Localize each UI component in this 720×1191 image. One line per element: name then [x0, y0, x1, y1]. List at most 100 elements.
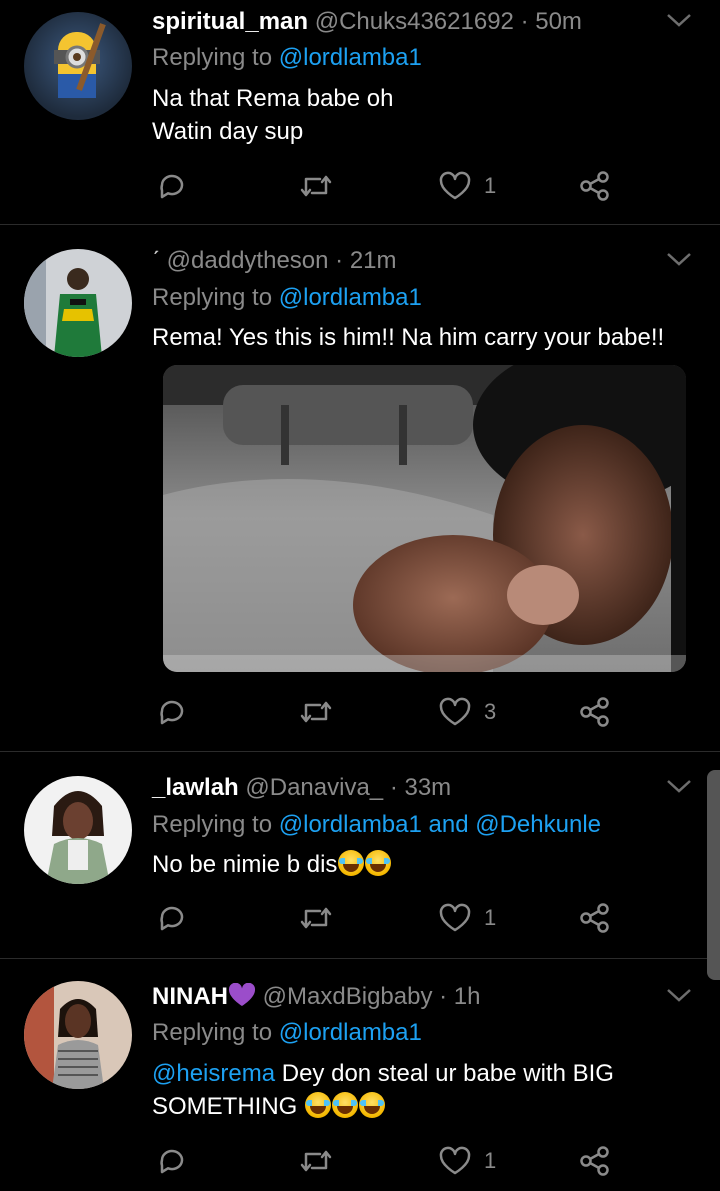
like-count: 1: [484, 1148, 497, 1173]
avatar[interactable]: [24, 776, 132, 884]
share-button[interactable]: [578, 898, 612, 938]
share-icon: [580, 697, 609, 727]
retweet-icon: [300, 701, 332, 723]
share-icon: [580, 171, 609, 201]
reply-icon: [160, 700, 184, 725]
like-button[interactable]: 3: [438, 692, 496, 732]
replying-to: Replying to @lordlamba1: [152, 44, 422, 72]
action-bar: 3: [152, 692, 632, 732]
display-name[interactable]: _lawlah: [152, 774, 239, 801]
handle[interactable]: @MaxdBigbaby: [263, 983, 433, 1010]
retweet-button[interactable]: [298, 898, 334, 938]
chevron-down-icon[interactable]: [666, 987, 692, 1003]
tears-of-joy-emoji-icon: [359, 1092, 386, 1118]
reply-icon: [160, 174, 184, 199]
like-count: 1: [484, 905, 497, 930]
timestamp: · 21m: [335, 247, 397, 274]
retweet-button[interactable]: [298, 166, 334, 206]
tears-of-joy-emoji-icon: [338, 850, 365, 876]
chevron-down-icon[interactable]: [666, 778, 692, 794]
timestamp: · 33m: [389, 774, 452, 801]
tweet-header: NINAH @MaxdBigbaby · 1h: [152, 982, 481, 1011]
tweet-text-content: SOMETHING: [152, 1093, 305, 1120]
reply-icon: [160, 906, 184, 931]
timestamp: · 50m: [520, 8, 582, 35]
reply-button[interactable]: [156, 692, 188, 732]
reply-button[interactable]: [156, 898, 188, 938]
action-bar: 1: [152, 898, 632, 938]
share-icon: [580, 1146, 609, 1176]
tweet-header: ˊ @daddytheson · 21m: [152, 247, 397, 275]
tweet-text-line: Rema! Yes this is him!! Na him carry you…: [152, 324, 665, 351]
share-icon: [580, 903, 609, 933]
tears-of-joy-emoji-icon: [305, 1092, 332, 1118]
tweet[interactable]: spiritual_man @Chuks43621692 · 50m Reply…: [0, 0, 720, 225]
replying-to: Replying to @lordlamba1: [152, 1019, 422, 1047]
handle[interactable]: @Danaviva_: [245, 774, 383, 801]
tweet-text-content: Dey don steal ur babe with BIG: [275, 1060, 614, 1087]
purple-heart-icon: [228, 982, 256, 1006]
avatar[interactable]: [24, 981, 132, 1089]
reply-mention-link[interactable]: @lordlamba1 and @Dehkunle: [279, 811, 601, 838]
avatar[interactable]: [24, 12, 132, 120]
replying-prefix: Replying to: [152, 811, 279, 838]
like-button[interactable]: 1: [438, 898, 496, 938]
tweet-text-line: Na that Rema babe oh: [152, 85, 394, 112]
heart-icon: [439, 697, 471, 726]
tweet-media-video[interactable]: [163, 365, 686, 672]
tears-of-joy-emoji-icon: [365, 850, 392, 876]
heart-icon: [439, 903, 471, 932]
replying-prefix: Replying to: [152, 284, 279, 311]
tweet-header: spiritual_man @Chuks43621692 · 50m: [152, 8, 582, 36]
tweet-text-line: @heisrema Dey don steal ur babe with BIG: [152, 1057, 614, 1090]
tweet-text-content: No be nimie b dis: [152, 851, 338, 878]
reply-mention-link[interactable]: @lordlamba1: [279, 1019, 422, 1046]
share-button[interactable]: [578, 1141, 612, 1181]
like-button[interactable]: 1: [438, 166, 496, 206]
like-count: 1: [484, 173, 497, 198]
replying-to: Replying to @lordlamba1 and @Dehkunle: [152, 811, 601, 839]
tweet-header: _lawlah @Danaviva_ · 33m: [152, 774, 451, 802]
tweet-text: No be nimie b dis: [152, 848, 392, 881]
chevron-down-icon[interactable]: [666, 251, 692, 267]
tears-of-joy-emoji-icon: [332, 1092, 359, 1118]
tweet[interactable]: _lawlah @Danaviva_ · 33m Replying to @lo…: [0, 752, 720, 959]
tweet-text: Rema! Yes this is him!! Na him carry you…: [152, 321, 664, 354]
retweet-icon: [300, 1150, 332, 1172]
avatar[interactable]: [24, 249, 132, 357]
timestamp: · 1h: [439, 983, 481, 1010]
reply-icon: [160, 1149, 184, 1174]
mention-link[interactable]: @heisrema: [152, 1060, 275, 1087]
tweet-text-line: No be nimie b dis: [152, 848, 392, 881]
tweet-text: Na that Rema babe oh Watin day sup: [152, 82, 394, 148]
retweet-icon: [300, 907, 332, 929]
display-name[interactable]: spiritual_man: [152, 8, 308, 35]
display-name[interactable]: NINAH: [152, 983, 228, 1010]
replying-prefix: Replying to: [152, 44, 279, 71]
retweet-button[interactable]: [298, 692, 334, 732]
handle[interactable]: @daddytheson: [167, 247, 329, 274]
action-bar: 1: [152, 1141, 632, 1181]
retweet-icon: [300, 175, 332, 197]
share-button[interactable]: [578, 692, 612, 732]
tweet-text-line: SOMETHING: [152, 1090, 614, 1123]
heart-icon: [439, 1146, 471, 1175]
reply-button[interactable]: [156, 1141, 188, 1181]
like-button[interactable]: 1: [438, 1141, 496, 1181]
scrollbar[interactable]: [707, 770, 720, 980]
action-bar: 1: [152, 166, 632, 206]
like-count: 3: [484, 699, 497, 724]
share-button[interactable]: [578, 166, 612, 206]
tweet-text-line: Watin day sup: [152, 118, 304, 145]
replying-prefix: Replying to: [152, 1019, 279, 1046]
replying-to: Replying to @lordlamba1: [152, 284, 422, 312]
chevron-down-icon[interactable]: [666, 12, 692, 28]
retweet-button[interactable]: [298, 1141, 334, 1181]
tweet[interactable]: NINAH @MaxdBigbaby · 1h Replying to @lor…: [0, 959, 720, 1191]
reply-button[interactable]: [156, 166, 188, 206]
tweet-text: @heisrema Dey don steal ur babe with BIG…: [152, 1057, 614, 1123]
handle[interactable]: @Chuks43621692: [315, 8, 514, 35]
reply-mention-link[interactable]: @lordlamba1: [279, 284, 422, 311]
reply-mention-link[interactable]: @lordlamba1: [279, 44, 422, 71]
display-name[interactable]: ˊ: [152, 247, 160, 274]
